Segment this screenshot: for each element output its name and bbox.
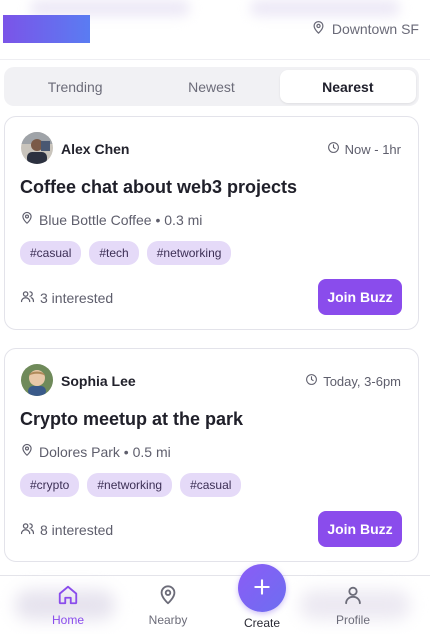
tag-chip[interactable]: #tech <box>89 241 139 265</box>
post-location: Dolores Park • 0.5 mi <box>20 443 171 460</box>
tab-newest[interactable]: Newest <box>143 70 279 103</box>
nav-create[interactable]: Create <box>226 564 298 630</box>
join-buzz-button[interactable]: Join Buzz <box>318 511 402 547</box>
location-label: Downtown SF <box>331 21 419 37</box>
nav-nearby-label: Nearby <box>148 613 188 627</box>
feed-tabs: Trending Newest Nearest <box>4 67 419 106</box>
tab-trending[interactable]: Trending <box>7 70 143 103</box>
time-label: Today, 3-6pm <box>323 373 401 389</box>
post-card[interactable]: Alex Chen Now - 1hr Coffee chat about we… <box>4 116 419 330</box>
interested-count: 8 interested <box>20 521 113 539</box>
nav-home[interactable]: Home <box>33 584 103 627</box>
user-icon <box>342 584 364 609</box>
time-label: Now - 1hr <box>344 141 401 157</box>
nav-profile-label: Profile <box>335 613 370 627</box>
interested-label: 8 interested <box>40 522 114 538</box>
post-location: Blue Bottle Coffee • 0.3 mi <box>20 211 202 228</box>
tab-nearest[interactable]: Nearest <box>279 70 416 103</box>
location-selector[interactable]: Downtown SF <box>311 20 419 38</box>
avatar[interactable] <box>21 132 53 164</box>
nav-create-label: Create <box>243 616 281 630</box>
join-buzz-button[interactable]: Join Buzz <box>318 279 402 315</box>
map-pin-icon <box>20 211 34 228</box>
location-text: Blue Bottle Coffee • 0.3 mi <box>39 211 203 228</box>
nav-profile[interactable]: Profile <box>318 584 388 627</box>
map-pin-icon <box>311 20 326 38</box>
post-title: Crypto meetup at the park <box>20 409 244 429</box>
author-name[interactable]: Alex Chen <box>61 141 129 157</box>
blurred-header-content <box>250 0 400 16</box>
users-icon <box>20 521 35 539</box>
clock-icon <box>327 141 340 157</box>
home-icon <box>57 584 79 609</box>
tag-list: #crypto #networking #casual <box>20 473 242 497</box>
avatar[interactable] <box>21 364 53 396</box>
interested-count: 3 interested <box>20 289 113 307</box>
plus-icon <box>252 577 272 600</box>
bottom-navigation: Home Nearby Create Profile <box>0 564 430 634</box>
tag-chip[interactable]: #crypto <box>20 473 80 497</box>
tag-list: #casual #tech #networking <box>20 241 232 265</box>
clock-icon <box>305 373 318 389</box>
map-pin-icon <box>20 443 34 460</box>
tag-chip[interactable]: #casual <box>180 473 242 497</box>
location-text: Dolores Park • 0.5 mi <box>39 443 171 460</box>
tag-chip[interactable]: #casual <box>20 241 82 265</box>
nav-home-label: Home <box>51 613 84 627</box>
author-name[interactable]: Sophia Lee <box>61 373 136 389</box>
tag-chip[interactable]: #networking <box>146 241 232 265</box>
brand-logo[interactable] <box>3 15 90 43</box>
tag-chip[interactable]: #networking <box>87 473 173 497</box>
post-card[interactable]: Sophia Lee Today, 3-6pm Crypto meetup at… <box>4 348 419 562</box>
create-button[interactable] <box>238 564 286 612</box>
interested-label: 3 interested <box>40 290 114 306</box>
nav-nearby[interactable]: Nearby <box>133 584 203 627</box>
post-time: Today, 3-6pm <box>305 373 401 389</box>
post-time: Now - 1hr <box>327 141 401 157</box>
app-header: Downtown SF <box>0 0 430 60</box>
post-title: Coffee chat about web3 projects <box>20 177 298 197</box>
map-pin-icon <box>157 584 179 609</box>
blurred-header-content <box>30 0 190 16</box>
users-icon <box>20 289 35 307</box>
